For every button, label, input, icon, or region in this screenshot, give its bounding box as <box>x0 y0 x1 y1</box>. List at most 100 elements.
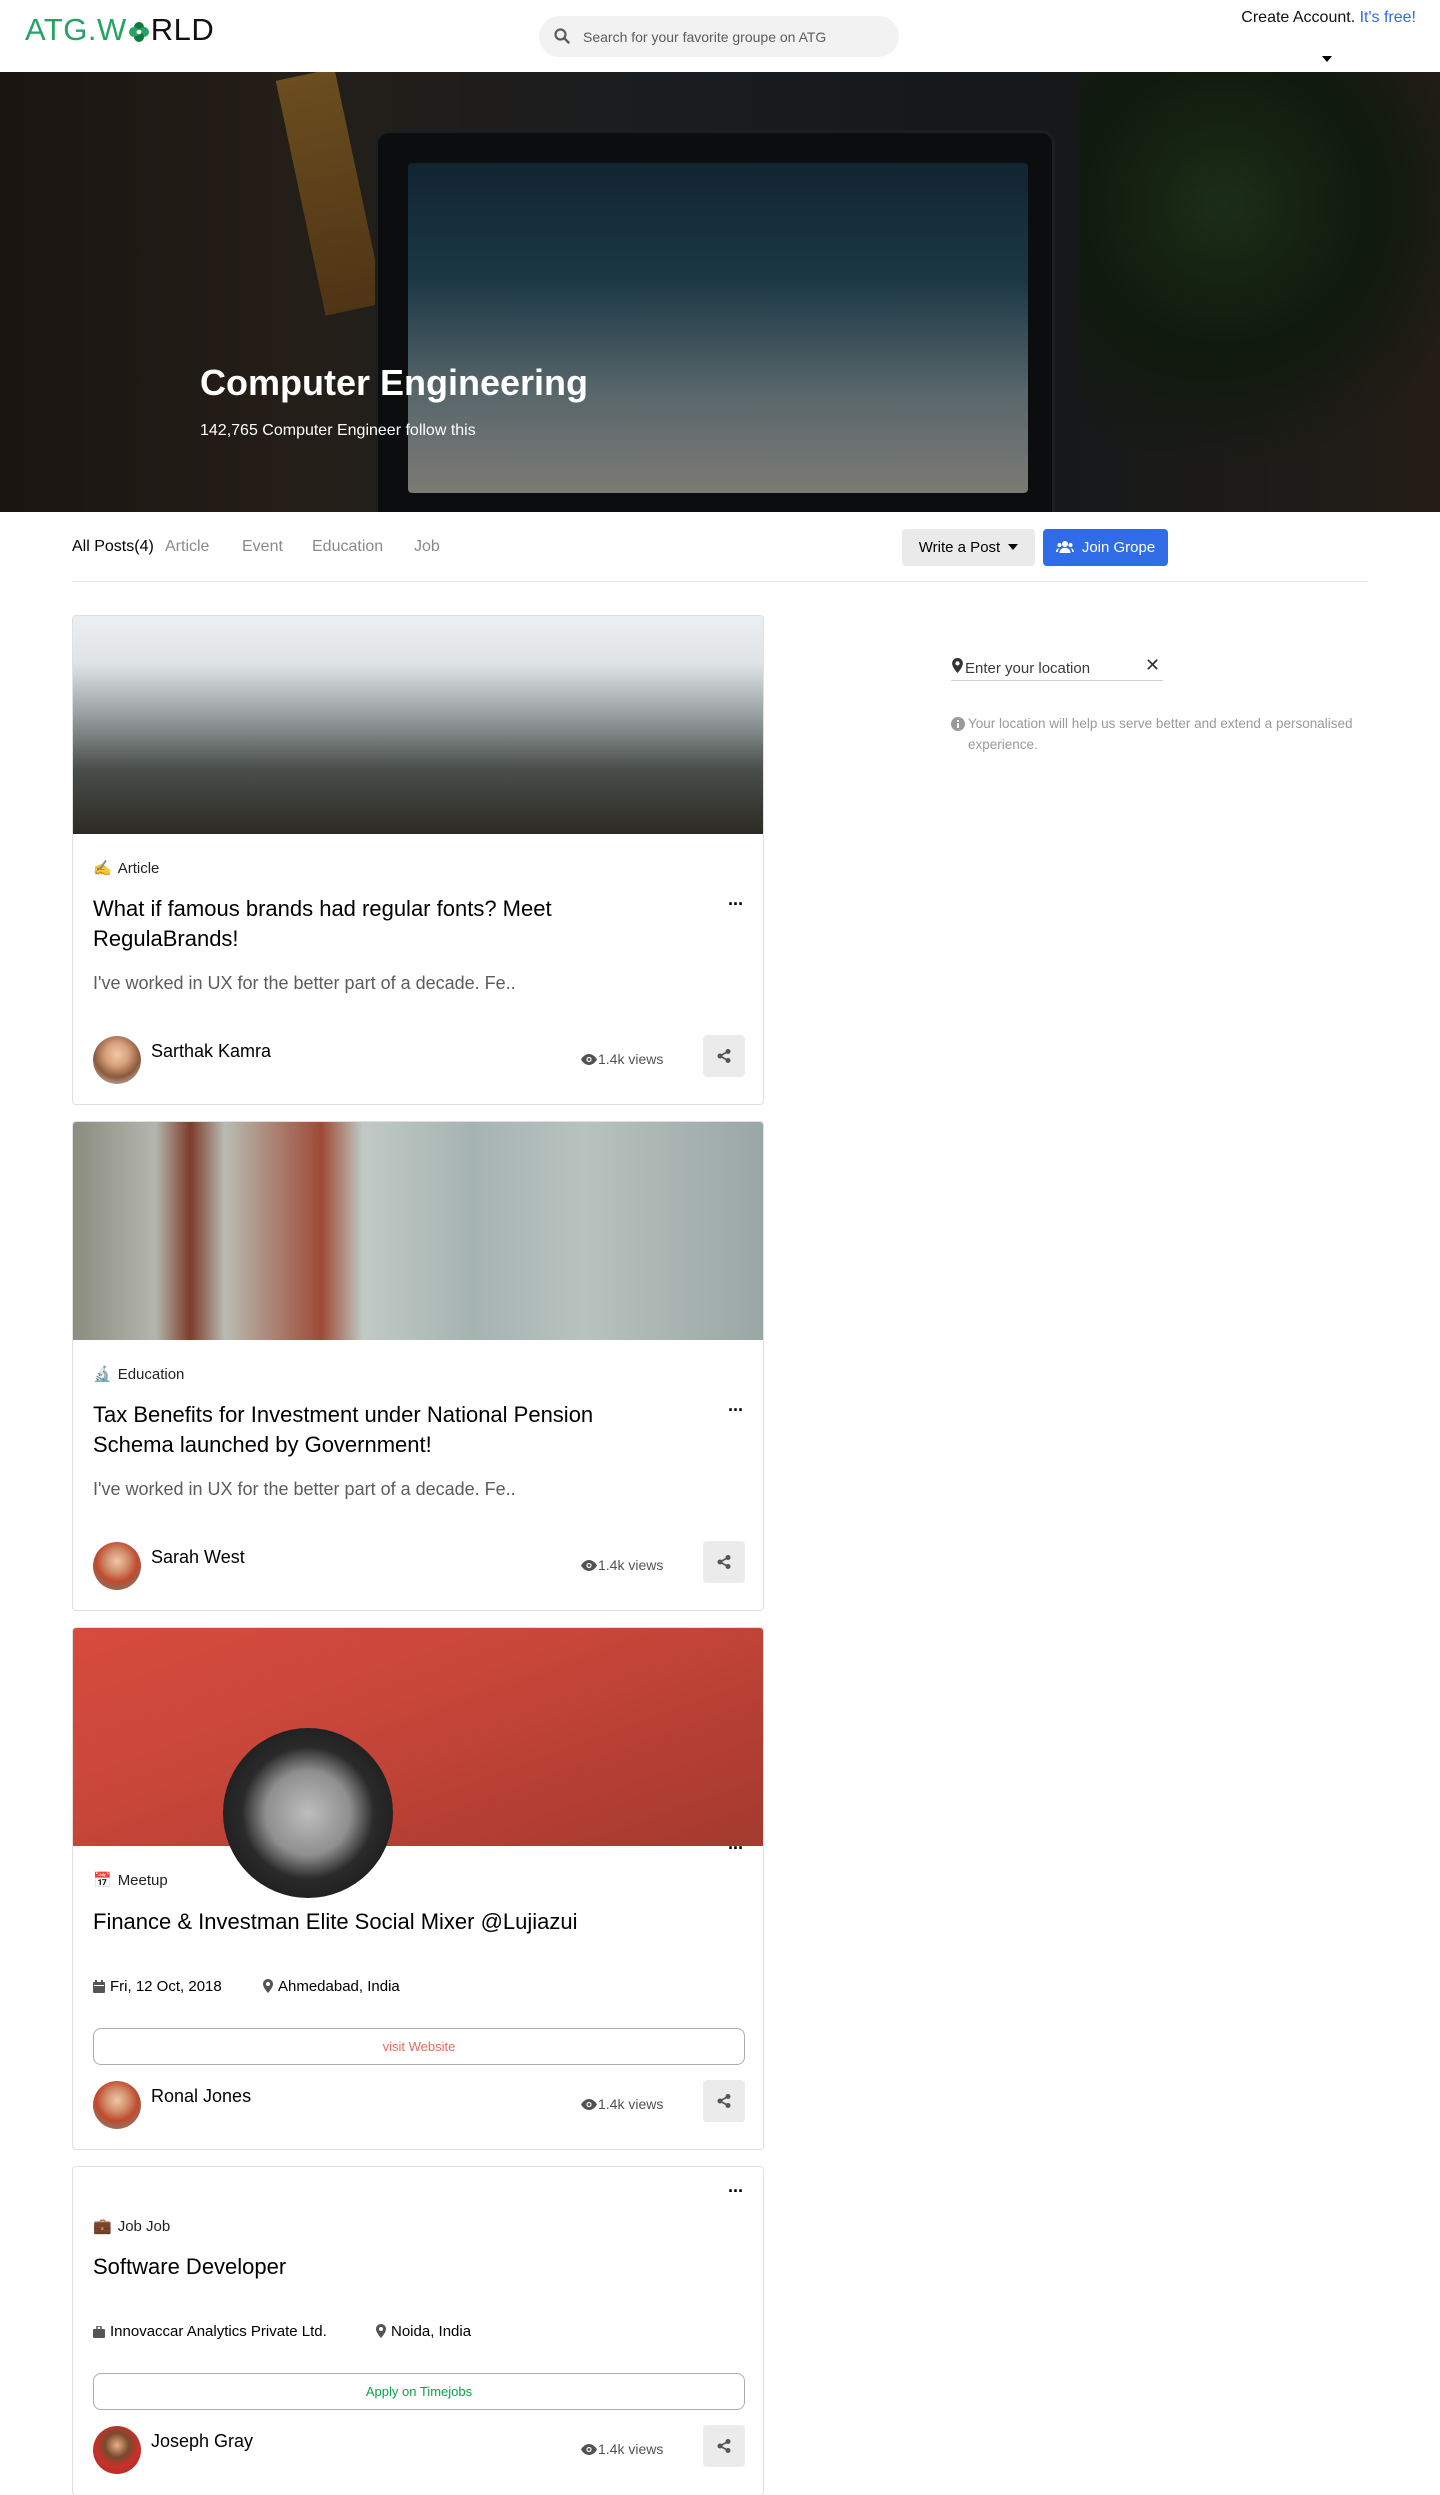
search-icon <box>554 28 570 49</box>
info-icon <box>951 717 965 731</box>
post-image-forest <box>73 616 763 834</box>
create-account-link[interactable]: Create Account. It's free! <box>1241 9 1416 27</box>
post-title[interactable]: What if famous brands had regular fonts?… <box>93 894 653 954</box>
post-views: 1.4k views <box>581 2096 663 2112</box>
share-button[interactable] <box>703 2080 745 2122</box>
calendar-icon: 📅 <box>93 1872 112 1889</box>
share-icon <box>717 2439 731 2453</box>
post-card-education[interactable]: 🔬 Education ··· Tax Benefits for Investme… <box>72 1121 764 1611</box>
post-views: 1.4k views <box>581 1051 663 1067</box>
clover-icon <box>128 15 150 51</box>
visit-website-button[interactable]: visit Website <box>93 2028 745 2065</box>
post-image-red-car <box>73 1628 763 1898</box>
join-group-button[interactable]: Join Grope <box>1043 529 1168 566</box>
avatar[interactable] <box>93 2081 141 2129</box>
event-location-text: Ahmedabad, India <box>278 1978 400 1995</box>
tab-article[interactable]: Article <box>165 538 209 556</box>
post-author[interactable]: Sarthak Kamra <box>151 1041 271 1062</box>
post-author[interactable]: Sarah West <box>151 1547 245 1568</box>
avatar[interactable] <box>93 1542 141 1590</box>
post-category: 📅 Meetup <box>93 1871 168 1889</box>
top-navbar: ATG.W RLD Create Account. It's free! <box>0 0 1440 72</box>
post-title[interactable]: Tax Benefits for Investment under Nation… <box>93 1400 653 1460</box>
eye-icon <box>581 1560 597 1571</box>
group-search-bar[interactable] <box>539 16 899 57</box>
apply-on-timejobs-button[interactable]: Apply on Timejobs <box>93 2373 745 2410</box>
post-views: 1.4k views <box>581 1557 663 1573</box>
share-icon <box>717 1555 731 1569</box>
caret-down-icon <box>1008 544 1019 550</box>
account-dropdown-caret-icon[interactable] <box>1322 56 1332 62</box>
share-button[interactable] <box>703 2425 745 2467</box>
post-options-icon[interactable]: ··· <box>728 1838 744 1859</box>
post-category-label: Meetup <box>117 1872 168 1889</box>
post-views: 1.4k views <box>581 2441 663 2457</box>
post-views-count: 1.4k views <box>598 2441 664 2457</box>
pencil-hand-icon: ✍️ <box>93 860 112 877</box>
post-card-meetup[interactable]: ··· 📅 Meetup Finance & Investman Elite So… <box>72 1627 764 2150</box>
its-free-text: It's free! <box>1359 9 1416 26</box>
post-options-icon[interactable]: ··· <box>728 894 744 915</box>
event-date: Fri, 12 Oct, 2018 <box>93 1978 222 1995</box>
location-field[interactable]: ✕ <box>951 655 1163 681</box>
calendar-small-icon <box>93 1980 105 1993</box>
post-category: ✍️ Article <box>93 859 159 877</box>
tab-all-posts[interactable]: All Posts(4) <box>72 538 154 556</box>
job-company-text: Innovaccar Analytics Private Ltd. <box>110 2323 327 2340</box>
job-location: Noida, India <box>376 2323 471 2340</box>
post-category-label: Article <box>117 860 160 877</box>
eye-icon <box>581 1054 597 1065</box>
post-image-peeling-wall <box>73 1122 763 1340</box>
post-card-article[interactable]: ✍️ Article ··· What if famous brands had … <box>72 615 764 1105</box>
avatar[interactable] <box>93 1036 141 1084</box>
share-button[interactable] <box>703 1035 745 1077</box>
join-group-label: Join Grope <box>1081 539 1156 556</box>
map-pin-icon <box>376 2324 386 2338</box>
post-title[interactable]: Finance & Investman Elite Social Mixer @… <box>93 1907 653 1937</box>
job-location-text: Noida, India <box>391 2323 472 2340</box>
tab-education[interactable]: Education <box>312 538 383 556</box>
event-date-text: Fri, 12 Oct, 2018 <box>110 1978 222 1995</box>
group-cover-banner: Computer Engineering 142,765 Computer En… <box>0 72 1440 512</box>
post-excerpt: I've worked in UX for the better part of… <box>93 1479 516 1499</box>
post-author[interactable]: Joseph Gray <box>151 2431 253 2452</box>
job-company: Innovaccar Analytics Private Ltd. <box>93 2323 327 2340</box>
create-account-text: Create Account. <box>1241 9 1356 26</box>
post-options-icon[interactable]: ··· <box>728 2181 744 2202</box>
atg-world-logo[interactable]: ATG.W RLD <box>25 12 214 51</box>
post-views-count: 1.4k views <box>598 2096 664 2112</box>
share-icon <box>717 1049 731 1063</box>
post-excerpt: I've worked in UX for the better part of… <box>93 973 516 993</box>
clear-location-icon[interactable]: ✕ <box>1145 655 1160 676</box>
share-button[interactable] <box>703 1541 745 1583</box>
microscope-icon: 🔬 <box>93 1366 112 1383</box>
briefcase-icon: 💼 <box>93 2218 112 2235</box>
write-post-button[interactable]: Write a Post <box>902 529 1035 566</box>
users-icon <box>1055 541 1074 553</box>
location-hint-text: Your location will help us serve better … <box>968 716 1353 752</box>
eye-icon <box>581 2444 597 2455</box>
post-category-label: Education <box>117 1366 185 1383</box>
group-follower-count: 142,765 Computer Engineer follow this <box>200 422 476 439</box>
map-pin-icon <box>952 658 963 673</box>
write-post-label: Write a Post <box>918 539 1001 556</box>
tabs-divider <box>72 581 1368 582</box>
search-input[interactable] <box>583 16 883 57</box>
post-title[interactable]: Software Developer <box>93 2252 653 2282</box>
tab-event[interactable]: Event <box>242 538 283 556</box>
post-views-count: 1.4k views <box>598 1557 664 1573</box>
post-author[interactable]: Ronal Jones <box>151 2086 251 2107</box>
eye-icon <box>581 2099 597 2110</box>
post-category: 🔬 Education <box>93 1365 184 1383</box>
post-options-icon[interactable]: ··· <box>728 1400 744 1421</box>
map-pin-icon <box>263 1979 273 1993</box>
logo-text-prefix: ATG.W <box>25 12 127 47</box>
post-card-job[interactable]: ··· 💼 Job Job Software Developer Innovacc… <box>72 2166 764 2495</box>
logo-text-suffix: RLD <box>150 12 215 47</box>
tab-job[interactable]: Job <box>414 538 440 556</box>
share-icon <box>717 2094 731 2108</box>
location-input[interactable] <box>965 655 1135 681</box>
avatar[interactable] <box>93 2426 141 2474</box>
post-category-label: Job Job <box>117 2218 171 2235</box>
post-category: 💼 Job Job <box>93 2217 170 2235</box>
